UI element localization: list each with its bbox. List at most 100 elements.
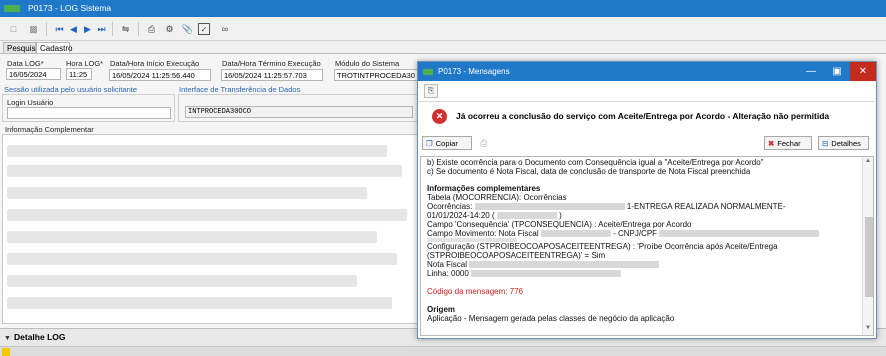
- copy-button-label: Copiar: [435, 138, 458, 148]
- inicio-label: Data/Hora Início Execução: [110, 59, 200, 68]
- movimento-cnpj: - CNPJ/CPF: [613, 229, 658, 238]
- sessao-label: Sessão utilizada pelo usuário solicitant…: [4, 85, 137, 94]
- interface-box: INTPROCEDA30OCO: [178, 94, 418, 122]
- message-line: Campo Movimento: Nota Fiscal - CNPJ/CPF: [427, 229, 820, 238]
- vertical-scrollbar[interactable]: ▲ ▼: [862, 157, 873, 335]
- message-line: Linha: 0000: [427, 269, 622, 278]
- data-log-field[interactable]: 16/05/2024: [6, 68, 61, 80]
- message-dialog: P0173 - Mensagens — ▣ ✕ ⎘ ✕ Já ocorreu a…: [417, 61, 877, 339]
- movimento-label: Campo Movimento: Nota Fiscal: [427, 229, 539, 238]
- dialog-titlebar: P0173 - Mensagens — ▣ ✕: [418, 62, 876, 81]
- new-record-icon[interactable]: □: [6, 22, 21, 36]
- redacted-text: [7, 187, 367, 199]
- first-record-icon[interactable]: ⏮: [52, 22, 67, 36]
- termino-label: Data/Hora Término Execução: [222, 59, 321, 68]
- collapse-arrow-icon[interactable]: ▼: [4, 335, 11, 342]
- error-icon: ✕: [432, 109, 447, 124]
- termino-field[interactable]: 16/05/2024 11:25:57.703: [221, 69, 323, 81]
- detail-grid-header: [0, 346, 886, 356]
- dialog-title: P0173 - Mensagens: [438, 67, 510, 76]
- toolbar-separator: [112, 22, 113, 36]
- info-header: Informações complementares: [427, 184, 541, 193]
- dialog-headline: Já ocorreu a conclusão do serviço com Ac…: [456, 111, 830, 121]
- message-line: Configuração (STPROIBEOCOAPOSACEITEENTRE…: [427, 242, 778, 251]
- redacted-text: [7, 275, 357, 287]
- redacted-text: [7, 297, 392, 309]
- toolbar-separator: [138, 22, 139, 36]
- complementar-textarea[interactable]: [2, 134, 418, 324]
- redacted-text: [7, 145, 387, 157]
- modulo-field[interactable]: TROTINTPROCEDA30: [334, 69, 420, 81]
- previous-record-icon[interactable]: ◀: [66, 22, 81, 36]
- execute-icon[interactable]: ⇋: [118, 22, 133, 36]
- ocorrencias-close: ): [559, 211, 562, 220]
- redacted-text: [7, 253, 397, 265]
- details-button-label: Detalhes: [831, 138, 861, 148]
- message-line: Tabela (MOCORRENCIA): Ocorrências: [427, 193, 567, 202]
- inicio-field[interactable]: 16/05/2024 11:25:56.440: [109, 69, 211, 81]
- ocorrencias-date: 01/01/2024-14:20 (: [427, 211, 495, 220]
- message-line: c) Se documento é Nota Fiscal, data de c…: [427, 167, 751, 176]
- settings-icon[interactable]: ⚙: [162, 22, 177, 36]
- copy-icon: ❐: [426, 138, 433, 148]
- copy-image-icon[interactable]: ⎘: [424, 84, 438, 98]
- message-line: 01/01/2024-14:20 ( ): [427, 211, 562, 220]
- last-record-icon[interactable]: ⏭: [94, 22, 109, 36]
- message-line: Aplicação - Mensagem gerada pelas classe…: [427, 314, 675, 323]
- redacted-text: [540, 230, 611, 238]
- close-button[interactable]: ✖ Fechar: [764, 136, 812, 150]
- main-titlebar: P0173 - LOG Sistema: [0, 0, 886, 17]
- copy-button[interactable]: ❐ Copiar: [422, 136, 472, 150]
- window-title: P0173 - LOG Sistema: [28, 3, 112, 13]
- message-line: Ocorrências: 1-ENTREGA REALIZADA NORMALM…: [427, 202, 786, 211]
- minimize-button[interactable]: —: [798, 62, 824, 81]
- modulo-label: Módulo do Sistema: [335, 59, 400, 68]
- origem-header: Origem: [427, 305, 456, 314]
- close-button-label: Fechar: [777, 138, 801, 148]
- message-line: (STPROIBEOCOAPOSACEITEENTREGA)' = Sim: [427, 251, 606, 260]
- login-field[interactable]: [7, 107, 171, 119]
- interface-field[interactable]: INTPROCEDA30OCO: [185, 106, 413, 118]
- scrollbar-thumb[interactable]: [865, 217, 873, 297]
- sessao-box: Login Usuário: [2, 94, 175, 122]
- redacted-text: [469, 261, 660, 269]
- toolbar: □ ▩ ⏮ ◀ ▶ ⏭ ⇋ ⎙ ⚙ 📎 ✓ ∞: [0, 17, 886, 41]
- toolbar-separator: [46, 22, 47, 36]
- details-icon: ⊟: [822, 138, 829, 148]
- message-line: Campo 'Consequência' (TPCONSEQUENCIA) : …: [427, 220, 692, 229]
- app-logo-icon: [4, 5, 20, 12]
- login-label: Login Usuário: [7, 98, 54, 107]
- linha-label: Linha: 0000: [427, 269, 469, 278]
- scroll-up-icon[interactable]: ▲: [865, 158, 871, 164]
- message-code: Código da mensagem: 776: [427, 287, 524, 296]
- print-icon[interactable]: ⎙: [480, 138, 487, 149]
- detail-log-label: Detalhe LOG: [14, 332, 66, 342]
- interface-label: Interface de Transferência de Dados: [179, 85, 301, 94]
- dialog-logo-icon: [423, 69, 433, 75]
- next-record-icon[interactable]: ▶: [80, 22, 95, 36]
- redacted-text: [7, 231, 377, 243]
- scroll-down-icon[interactable]: ▼: [865, 325, 871, 331]
- redacted-text: [471, 270, 622, 278]
- redacted-text: [474, 203, 625, 211]
- link-icon[interactable]: ∞: [216, 22, 234, 36]
- complementar-label: Informação Complementar: [5, 125, 94, 134]
- message-line: Nota Fiscal: [427, 260, 660, 269]
- nota-fiscal-label: Nota Fiscal: [427, 260, 468, 269]
- check-icon[interactable]: ✓: [198, 23, 210, 35]
- row-marker-icon: [2, 348, 10, 356]
- maximize-button[interactable]: ▣: [824, 62, 850, 81]
- attachment-icon[interactable]: 📎: [180, 22, 195, 36]
- message-text-area[interactable]: b) Existe ocorrência para o Documento co…: [420, 156, 874, 336]
- close-window-button[interactable]: ✕: [850, 62, 876, 81]
- details-button[interactable]: ⊟ Detalhes: [818, 136, 869, 150]
- save-icon[interactable]: ▩: [26, 22, 41, 36]
- ocorrencias-value: 1-ENTREGA REALIZADA NORMALMENTE-: [626, 202, 786, 211]
- hora-log-field[interactable]: 11:25: [66, 68, 92, 80]
- redacted-text: [659, 230, 820, 238]
- close-x-icon: ✖: [768, 138, 775, 148]
- ocorrencias-label: Ocorrências:: [427, 202, 473, 211]
- data-log-label: Data LOG*: [7, 59, 44, 68]
- print-icon[interactable]: ⎙: [144, 22, 159, 36]
- redacted-text: [7, 209, 407, 221]
